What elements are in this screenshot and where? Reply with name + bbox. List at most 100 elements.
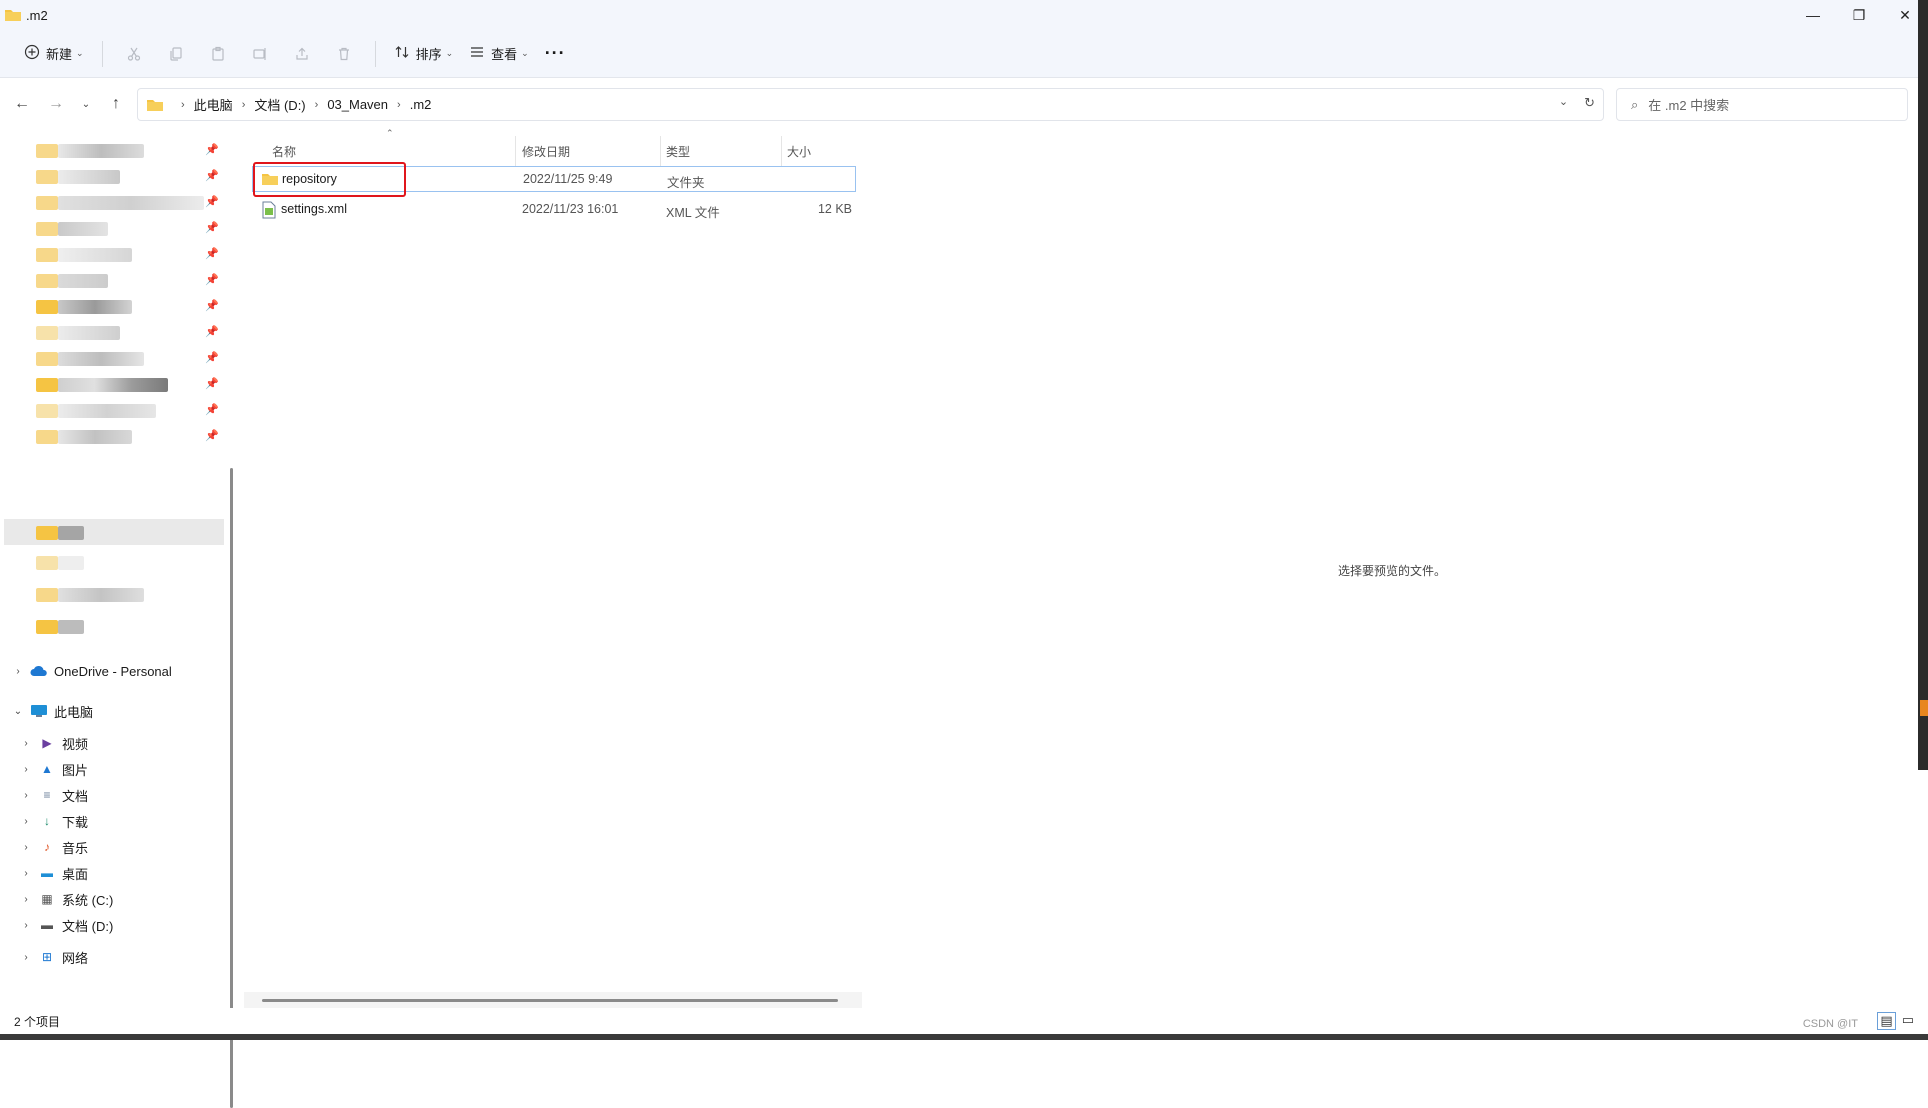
share-icon[interactable] bbox=[286, 38, 318, 70]
details-view-icon[interactable]: ▤ bbox=[1877, 1012, 1896, 1030]
quick-access-item[interactable] bbox=[0, 550, 224, 576]
quick-access-item[interactable]: 📌 bbox=[0, 190, 224, 216]
tiles-view-icon[interactable]: ▭ bbox=[1902, 1012, 1914, 1030]
sort-button[interactable]: 排序 ⌄ bbox=[386, 38, 462, 70]
address-bar[interactable]: › 此电脑 › 文档 (D:) › 03_Maven › .m2 ⌄ ↻ bbox=[137, 88, 1604, 121]
pin-icon: 📌 bbox=[205, 352, 219, 364]
quick-access-item-selected[interactable] bbox=[0, 520, 224, 546]
column-divider[interactable] bbox=[515, 136, 516, 166]
quick-access-item[interactable] bbox=[0, 614, 224, 640]
xml-file-icon bbox=[261, 201, 277, 222]
nav-item-label: 桌面 bbox=[62, 866, 89, 882]
column-header-size[interactable]: 大小 bbox=[787, 136, 811, 166]
cut-icon[interactable] bbox=[118, 38, 150, 70]
column-header-date[interactable]: 修改日期 bbox=[522, 136, 570, 166]
nav-item-drive-d[interactable]: › ▬ 文档 (D:) bbox=[18, 912, 113, 938]
refresh-icon[interactable]: ↻ bbox=[1584, 95, 1595, 111]
breadcrumb-drive-d[interactable]: 文档 (D:) bbox=[254, 95, 305, 114]
breadcrumb-chevron-icon[interactable]: › bbox=[397, 99, 401, 111]
search-input[interactable]: ⌕ 在 .m2 中搜索 bbox=[1616, 88, 1908, 121]
nav-item-download[interactable]: › ↓ 下载 bbox=[18, 808, 88, 834]
quick-access-item[interactable]: 📌 bbox=[0, 242, 224, 268]
chevron-right-icon[interactable]: › bbox=[18, 952, 34, 963]
view-button-label: 查看 bbox=[491, 47, 518, 62]
restore-button[interactable]: ❐ bbox=[1836, 0, 1882, 30]
minimize-button[interactable]: — bbox=[1790, 0, 1836, 30]
music-icon: ♪ bbox=[44, 840, 50, 854]
recent-locations-chevron-icon[interactable]: ⌄ bbox=[74, 92, 98, 116]
quick-access-item[interactable] bbox=[0, 582, 224, 608]
status-bar: 2 个项目 bbox=[0, 1008, 1928, 1034]
chevron-right-icon[interactable]: › bbox=[18, 738, 34, 749]
window-title: .m2 bbox=[26, 7, 48, 23]
quick-access-item[interactable]: 📌 bbox=[0, 164, 224, 190]
column-divider[interactable] bbox=[781, 136, 782, 166]
preview-message: 选择要预览的文件。 bbox=[1337, 564, 1446, 578]
navigation-pane: 📌 📌 📌 📌 📌 📌 📌 📌 📌 📌 📌 📌 › OneDrive - Per… bbox=[0, 128, 238, 1108]
view-button[interactable]: 查看 ⌄ bbox=[461, 38, 537, 70]
chevron-right-icon[interactable]: › bbox=[18, 816, 34, 827]
column-divider[interactable] bbox=[660, 136, 661, 166]
nav-item-label: 文档 (D:) bbox=[62, 918, 114, 934]
delete-icon[interactable] bbox=[328, 38, 360, 70]
toolbar-divider bbox=[101, 40, 103, 67]
outer-scrollbar-marker bbox=[1920, 700, 1928, 716]
nav-item-label: 图片 bbox=[62, 762, 89, 778]
download-icon: ↓ bbox=[44, 814, 50, 828]
nav-item-onedrive[interactable]: › OneDrive - Personal bbox=[10, 658, 171, 684]
outer-scrollbar[interactable] bbox=[1918, 0, 1928, 770]
paste-icon[interactable] bbox=[202, 38, 234, 70]
breadcrumb-chevron-icon[interactable]: › bbox=[315, 99, 319, 111]
chevron-right-icon[interactable]: › bbox=[18, 790, 34, 801]
new-button[interactable]: 新建 ⌄ bbox=[16, 38, 92, 70]
breadcrumb-this-pc[interactable]: 此电脑 bbox=[194, 95, 233, 114]
nav-item-label: 此电脑 bbox=[54, 704, 94, 720]
nav-item-desktop[interactable]: › ▬ 桌面 bbox=[18, 860, 88, 886]
nav-item-documents[interactable]: › ≡ 文档 bbox=[18, 782, 88, 808]
quick-access-item[interactable]: 📌 bbox=[0, 346, 224, 372]
nav-item-network[interactable]: › ⊞ 网络 bbox=[18, 944, 88, 970]
chevron-right-icon[interactable]: › bbox=[18, 920, 34, 931]
address-history-chevron-icon[interactable]: ⌄ bbox=[1559, 95, 1568, 111]
quick-access-item[interactable]: 📌 bbox=[0, 216, 224, 242]
view-list-icon bbox=[469, 44, 485, 63]
file-date: 2022/11/23 16:01 bbox=[522, 202, 619, 216]
copy-icon[interactable] bbox=[160, 38, 192, 70]
chevron-down-icon[interactable]: ⌄ bbox=[10, 706, 26, 717]
quick-access-item[interactable]: 📌 bbox=[0, 268, 224, 294]
nav-item-drive-c[interactable]: › ▦ 系统 (C:) bbox=[18, 886, 113, 912]
breadcrumb-chevron-icon[interactable]: › bbox=[242, 99, 246, 111]
quick-access-item[interactable]: 📌 bbox=[0, 320, 224, 346]
nav-item-video[interactable]: › ▶ 视频 bbox=[18, 730, 88, 756]
title-bar: .m2 — ❐ ✕ bbox=[0, 0, 1928, 30]
nav-item-label: 文档 bbox=[62, 788, 89, 804]
chevron-right-icon[interactable]: › bbox=[18, 894, 34, 905]
quick-access-item[interactable]: 📌 bbox=[0, 138, 224, 164]
window-controls: — ❐ ✕ bbox=[1790, 0, 1928, 30]
nav-item-music[interactable]: › ♪ 音乐 bbox=[18, 834, 88, 860]
drive-d-icon: ▬ bbox=[41, 918, 53, 932]
chevron-right-icon[interactable]: › bbox=[10, 666, 26, 677]
nav-item-pictures[interactable]: › ▲ 图片 bbox=[18, 756, 88, 782]
breadcrumb-m2[interactable]: .m2 bbox=[410, 97, 432, 112]
quick-access-item[interactable]: 📌 bbox=[0, 424, 224, 450]
back-arrow-icon[interactable]: ← bbox=[10, 92, 34, 116]
breadcrumb-maven[interactable]: 03_Maven bbox=[327, 97, 388, 112]
chevron-right-icon[interactable]: › bbox=[18, 764, 34, 775]
more-options-button[interactable]: ··· bbox=[537, 38, 574, 70]
file-row-settings-xml[interactable]: settings.xml 2022/11/23 16:01 XML 文件 12 … bbox=[252, 197, 856, 223]
quick-access-item[interactable]: 📌 bbox=[0, 294, 224, 320]
chevron-right-icon[interactable]: › bbox=[18, 868, 34, 879]
desktop-icon: ▬ bbox=[41, 866, 53, 880]
rename-icon[interactable] bbox=[244, 38, 276, 70]
quick-access-item[interactable]: 📌 bbox=[0, 398, 224, 424]
up-arrow-icon[interactable]: ↑ bbox=[104, 92, 128, 116]
item-count: 2 个项目 bbox=[14, 1014, 61, 1029]
horizontal-scrollbar-thumb[interactable] bbox=[262, 999, 838, 1002]
column-header-type[interactable]: 类型 bbox=[666, 136, 690, 166]
nav-item-this-pc[interactable]: ⌄ 此电脑 bbox=[10, 698, 93, 724]
forward-arrow-icon[interactable]: → bbox=[44, 92, 68, 116]
quick-access-item[interactable]: 📌 bbox=[0, 372, 224, 398]
chevron-right-icon[interactable]: › bbox=[18, 842, 34, 853]
address-actions: ⌄ ↻ bbox=[1559, 95, 1595, 111]
